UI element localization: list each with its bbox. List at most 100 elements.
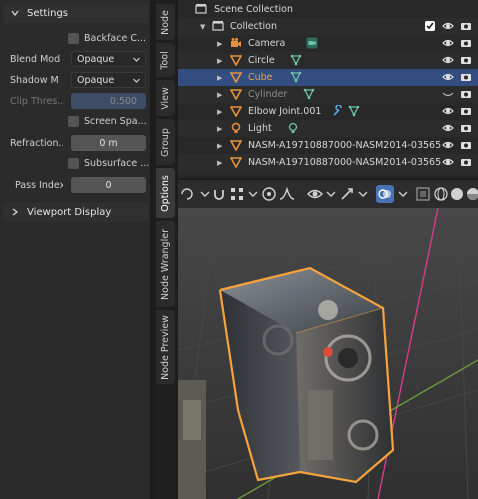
chevron-right-icon[interactable]: ▶ — [217, 57, 222, 65]
eye-icon[interactable] — [442, 20, 454, 32]
shadow-mode-value: Opaque — [77, 74, 115, 86]
blend-mode-dropdown[interactable]: Opaque — [71, 51, 146, 67]
eye-icon[interactable] — [442, 37, 454, 49]
eye-icon[interactable] — [442, 54, 454, 66]
pass-index-value: 0 — [105, 179, 112, 191]
render-camera-icon[interactable] — [460, 122, 472, 134]
checkbox-box[interactable] — [68, 32, 79, 44]
refraction-depth-field[interactable]: 0 m — [71, 135, 146, 151]
3d-viewport[interactable] — [178, 180, 478, 499]
blend-mode-row: Blend Mod Opaque — [3, 50, 148, 68]
sidebar-tabs: Node Tool View Group Options Node Wrangl… — [155, 0, 176, 499]
mesh-icon — [230, 72, 242, 83]
mesh-data-icon[interactable] — [303, 88, 315, 100]
eye-icon[interactable] — [442, 71, 454, 83]
properties-panel: Settings Backface C... Blend Mod Opaque … — [0, 0, 151, 499]
transform-orientation-icon[interactable] — [178, 185, 196, 203]
outliner-item-camera[interactable]: ▶ Camera — [178, 35, 478, 52]
outliner-item-cube[interactable]: ▶ Cube — [178, 69, 478, 86]
mesh-data-icon[interactable] — [290, 71, 302, 83]
pass-index-label: Pass Index — [15, 179, 63, 191]
chevron-right-icon[interactable]: ▶ — [217, 40, 222, 48]
outliner-item-cylinder[interactable]: ▶ Cylinder — [178, 86, 478, 103]
chevron-right-icon[interactable]: ▶ — [217, 159, 222, 167]
eye-closed-icon[interactable] — [442, 88, 454, 100]
chevron-right-icon[interactable]: ▶ — [217, 142, 222, 150]
camera-data-icon[interactable] — [306, 37, 318, 49]
shadow-mode-label: Shadow M — [10, 74, 59, 86]
checkbox-box[interactable] — [68, 157, 79, 169]
tab-node-wrangler[interactable]: Node Wrangler — [156, 221, 175, 307]
checkbox-box[interactable] — [68, 115, 79, 127]
tab-options[interactable]: Options — [156, 168, 175, 218]
collection-label: Collection — [230, 21, 277, 32]
eye-icon[interactable] — [442, 105, 454, 117]
outliner-item-label: Cube — [248, 72, 273, 83]
render-camera-icon[interactable] — [460, 156, 472, 168]
render-camera-icon[interactable] — [460, 71, 472, 83]
mesh-data-icon[interactable] — [348, 105, 360, 117]
pass-index-field[interactable]: 0 — [71, 177, 146, 193]
settings-panel-header[interactable]: Settings — [3, 3, 148, 23]
viewport-display-panel-header[interactable]: Viewport Display — [3, 202, 148, 222]
tab-tool[interactable]: Tool — [156, 43, 175, 77]
render-camera-icon[interactable] — [460, 139, 472, 151]
tab-node-preview[interactable]: Node Preview — [156, 310, 175, 384]
collection-row[interactable]: ▼ Collection — [178, 18, 478, 35]
tab-label: Options — [160, 174, 171, 212]
background-object-detail — [183, 400, 201, 440]
scene-collection-row[interactable]: Scene Collection — [178, 1, 478, 18]
chevron-right-icon[interactable]: ▶ — [217, 108, 222, 116]
scene-collection-label: Scene Collection — [214, 4, 293, 15]
shadow-mode-dropdown[interactable]: Opaque — [71, 72, 146, 88]
viewport-display-label: Viewport Display — [27, 206, 112, 218]
outliner-item-light[interactable]: ▶ Light — [178, 120, 478, 137]
render-camera-icon[interactable] — [460, 37, 472, 49]
outliner-item-elbow-joint[interactable]: ▶ Elbow Joint.001 — [178, 103, 478, 120]
eye-icon[interactable] — [442, 122, 454, 134]
overlays-icon — [378, 189, 391, 199]
overlays-toggle[interactable] — [376, 185, 394, 203]
render-camera-icon[interactable] — [460, 105, 472, 117]
outliner-item-circle[interactable]: ▶ Circle — [178, 52, 478, 69]
chevron-down-icon[interactable] — [354, 185, 372, 203]
xray-icon[interactable] — [414, 185, 432, 203]
chevron-right-icon[interactable]: ▶ — [217, 74, 222, 82]
clip-threshold-field[interactable]: 0.500 — [71, 93, 146, 109]
snap-magnet-icon[interactable] — [210, 185, 228, 203]
outliner-item-nasm-1[interactable]: ▶ NASM-A19710887000-NASM2014-03565 — [178, 137, 478, 154]
render-camera-icon[interactable] — [460, 20, 472, 32]
proportional-edit-icon[interactable] — [260, 185, 278, 203]
tab-node[interactable]: Node — [156, 4, 175, 40]
mesh-icon — [230, 55, 242, 66]
chevron-down-icon[interactable]: ▼ — [200, 23, 205, 31]
refraction-depth-value: 0 m — [99, 137, 118, 149]
scene-collection-icon — [195, 4, 207, 14]
mesh-data-icon[interactable] — [290, 54, 302, 66]
backface-culling-label: Backface C... — [84, 32, 147, 44]
collection-icon — [212, 21, 224, 31]
chevron-right-icon[interactable]: ▶ — [217, 91, 222, 99]
render-camera-icon[interactable] — [460, 88, 472, 100]
falloff-curve-icon[interactable] — [278, 185, 296, 203]
render-camera-icon[interactable] — [460, 54, 472, 66]
viewport-header — [178, 180, 478, 208]
clip-threshold-row: Clip Thres... 0.500 — [3, 92, 148, 110]
viewport-scene[interactable] — [178, 180, 478, 499]
eye-icon[interactable] — [442, 156, 454, 168]
blend-mode-label: Blend Mod — [10, 53, 61, 65]
subsurface-translucency-checkbox[interactable]: Subsurface ... — [68, 155, 149, 171]
chevron-right-icon[interactable]: ▶ — [217, 125, 222, 133]
chevron-down-icon[interactable] — [394, 185, 412, 203]
light-data-icon[interactable] — [287, 122, 299, 134]
tab-group[interactable]: Group — [156, 119, 175, 165]
outliner-item-label: Circle — [248, 55, 275, 66]
material-preview-icon[interactable] — [464, 185, 478, 203]
outliner-item-nasm-2[interactable]: ▶ NASM-A19710887000-NASM2014-03565 — [178, 154, 478, 171]
screen-space-refraction-checkbox[interactable]: Screen Spa... — [68, 113, 147, 129]
wrench-icon[interactable] — [332, 105, 344, 117]
tab-view[interactable]: View — [156, 80, 175, 116]
checkbox-checked-icon[interactable] — [424, 20, 436, 32]
backface-culling-checkbox[interactable]: Backface C... — [68, 30, 146, 46]
eye-icon[interactable] — [442, 139, 454, 151]
